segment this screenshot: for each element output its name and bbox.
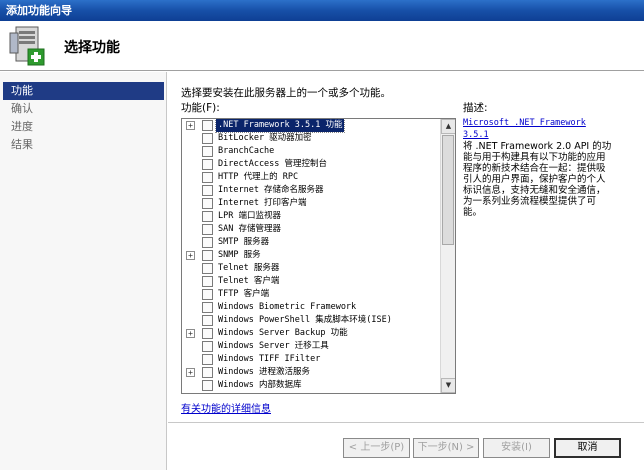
vertical-scrollbar[interactable]: ▲ ▼ [440, 119, 455, 393]
feature-checkbox[interactable] [202, 133, 213, 144]
features-tree[interactable]: + .NET Framework 3.5.1 功能 BitLocker 驱动器加密 B… [181, 118, 456, 394]
feature-row[interactable]: Internet 存储命名服务器 [182, 184, 442, 197]
feature-checkbox[interactable] [202, 341, 213, 352]
feature-row[interactable]: Windows PowerShell 集成脚本环境(ISE) [182, 314, 442, 327]
feature-checkbox[interactable] [202, 185, 213, 196]
feature-row[interactable]: HTTP 代理上的 RPC [182, 171, 442, 184]
feature-row[interactable]: SAN 存储管理器 [182, 223, 442, 236]
feature-row[interactable]: TFTP 客户端 [182, 288, 442, 301]
feature-row[interactable]: SMTP 服务器 [182, 236, 442, 249]
feature-label[interactable]: TFTP 客户端 [216, 288, 271, 301]
feature-row[interactable]: BranchCache [182, 145, 442, 158]
feature-label[interactable]: DirectAccess 管理控制台 [216, 158, 329, 171]
feature-label[interactable]: Telnet 服务器 [216, 262, 281, 275]
description-link[interactable]: Microsoft .NET Framework 3.5.1 [463, 118, 586, 140]
feature-checkbox[interactable] [202, 211, 213, 222]
description-label: 描述: [463, 102, 488, 114]
wizard-nav: 功能 确认 进度 结果 [0, 72, 167, 470]
feature-label[interactable]: BranchCache [216, 145, 276, 158]
expand-plus-icon[interactable]: + [186, 329, 195, 338]
feature-checkbox[interactable] [202, 224, 213, 235]
feature-row[interactable]: DirectAccess 管理控制台 [182, 158, 442, 171]
feature-row[interactable]: Internet 打印客户端 [182, 197, 442, 210]
nav-item-results[interactable]: 结果 [0, 136, 166, 154]
feature-checkbox[interactable] [202, 289, 213, 300]
wizard-header: 选择功能 [0, 21, 644, 71]
feature-label[interactable]: LPR 端口监视器 [216, 210, 283, 223]
prev-button[interactable]: < 上一步(P) [343, 438, 410, 458]
expand-plus-icon[interactable]: + [186, 121, 195, 130]
feature-row[interactable]: Telnet 客户端 [182, 275, 442, 288]
expand-plus-icon[interactable]: + [186, 368, 195, 377]
scroll-thumb[interactable] [442, 135, 454, 245]
install-button[interactable]: 安装(I) [483, 438, 550, 458]
features-list: + .NET Framework 3.5.1 功能 BitLocker 驱动器加密 B… [182, 119, 442, 392]
feature-checkbox[interactable] [202, 276, 213, 287]
server-add-icon [9, 26, 45, 66]
scroll-down-button[interactable]: ▼ [441, 378, 455, 393]
feature-label[interactable]: Windows Server Backup 功能 [216, 327, 350, 340]
next-button[interactable]: 下一步(N) > [413, 438, 479, 458]
feature-row[interactable]: Windows 内部数据库 [182, 379, 442, 392]
feature-row[interactable]: Telnet 服务器 [182, 262, 442, 275]
feature-row[interactable]: + Windows 进程激活服务 [182, 366, 442, 379]
feature-row[interactable]: + Windows Server Backup 功能 [182, 327, 442, 340]
feature-label[interactable]: Windows 进程激活服务 [216, 366, 312, 379]
feature-checkbox[interactable] [202, 120, 213, 131]
feature-label[interactable]: HTTP 代理上的 RPC [216, 171, 300, 184]
feature-label[interactable]: Internet 存储命名服务器 [216, 184, 326, 197]
feature-checkbox[interactable] [202, 159, 213, 170]
instruction-text: 选择要安装在此服务器上的一个或多个功能。 [181, 87, 391, 99]
feature-checkbox[interactable] [202, 354, 213, 365]
feature-checkbox[interactable] [202, 328, 213, 339]
nav-item-confirm[interactable]: 确认 [0, 100, 166, 118]
feature-row[interactable]: BitLocker 驱动器加密 [182, 132, 442, 145]
feature-row[interactable]: Windows Biometric Framework [182, 301, 442, 314]
main-content: 选择要安装在此服务器上的一个或多个功能。 功能(F): + .NET Framew… [168, 72, 644, 476]
feature-checkbox[interactable] [202, 367, 213, 378]
features-list-label: 功能(F): [181, 102, 220, 114]
feature-label[interactable]: SAN 存储管理器 [216, 223, 283, 236]
feature-checkbox[interactable] [202, 380, 213, 391]
expand-plus-icon[interactable]: + [186, 251, 195, 260]
feature-checkbox[interactable] [202, 263, 213, 274]
feature-label[interactable]: Windows TIFF IFilter [216, 353, 322, 366]
feature-label[interactable]: Windows Server 迁移工具 [216, 340, 331, 353]
feature-label[interactable]: SNMP 服务 [216, 249, 263, 262]
feature-label[interactable]: Windows Biometric Framework [216, 301, 358, 314]
description-text: 将 .NET Framework 2.0 API 的功能与用于构建具有以下功能的… [463, 141, 612, 218]
window-title: 添加功能向导 [0, 0, 644, 21]
feature-label[interactable]: BitLocker 驱动器加密 [216, 132, 314, 145]
feature-row[interactable]: LPR 端口监视器 [182, 210, 442, 223]
page-title: 选择功能 [64, 40, 120, 56]
feature-checkbox[interactable] [202, 302, 213, 313]
nav-item-features[interactable]: 功能 [3, 82, 164, 100]
feature-label[interactable]: Internet 打印客户端 [216, 197, 309, 210]
feature-checkbox[interactable] [202, 198, 213, 209]
feature-checkbox[interactable] [202, 315, 213, 326]
nav-item-progress[interactable]: 进度 [0, 118, 166, 136]
feature-label[interactable]: Windows PowerShell 集成脚本环境(ISE) [216, 314, 394, 327]
feature-row[interactable]: Windows TIFF IFilter [182, 353, 442, 366]
feature-checkbox[interactable] [202, 146, 213, 157]
feature-label[interactable]: Windows 内部数据库 [216, 379, 303, 392]
feature-label[interactable]: .NET Framework 3.5.1 功能 [214, 119, 346, 133]
button-divider [168, 422, 644, 423]
feature-row[interactable]: + .NET Framework 3.5.1 功能 [182, 119, 442, 133]
feature-row[interactable]: Windows Server 迁移工具 [182, 340, 442, 353]
feature-checkbox[interactable] [202, 250, 213, 261]
feature-row[interactable]: + SNMP 服务 [182, 249, 442, 262]
feature-checkbox[interactable] [202, 237, 213, 248]
scroll-up-button[interactable]: ▲ [441, 119, 455, 134]
feature-label[interactable]: Telnet 客户端 [216, 275, 281, 288]
feature-label[interactable]: SMTP 服务器 [216, 236, 271, 249]
cancel-button[interactable]: 取消 [554, 438, 621, 458]
more-info-link[interactable]: 有关功能的详细信息 [181, 400, 271, 415]
feature-checkbox[interactable] [202, 172, 213, 183]
description-panel: Microsoft .NET Framework 3.5.1 将 .NET Fr… [463, 117, 613, 218]
